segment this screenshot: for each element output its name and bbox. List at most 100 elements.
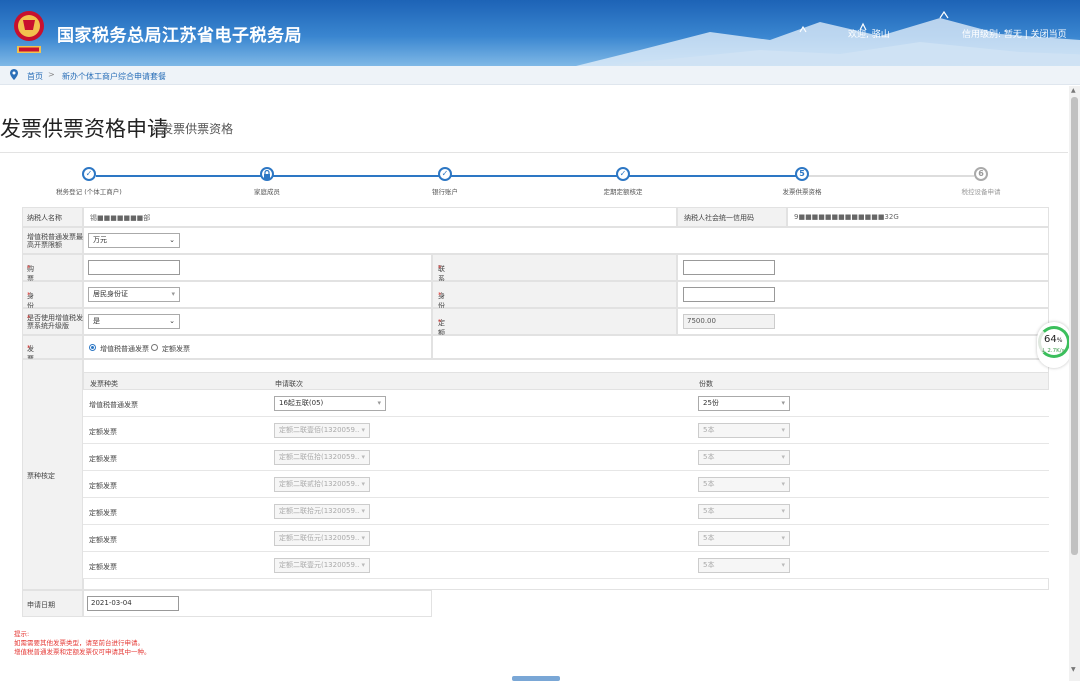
chevron-down-icon: ▾ bbox=[781, 507, 785, 515]
row-invoice-kind: 定额发票 bbox=[89, 536, 117, 544]
row-copies-select: 定额二联贰拾(1320059... ▾ bbox=[274, 477, 370, 492]
tips-line-1: 如需需要其他发票类型，请至前台进行申请。 bbox=[14, 639, 144, 647]
network-speed-widget[interactable]: 64% ↓ 2.7K/s bbox=[1037, 322, 1071, 368]
row-copies-value: 定额二联贰拾(1320059... bbox=[279, 480, 359, 488]
scroll-up-arrow-icon[interactable]: ▲ bbox=[1071, 87, 1076, 94]
row-quantity-value: 5本 bbox=[703, 561, 715, 569]
chevron-down-icon: ▾ bbox=[781, 534, 785, 542]
chevron-down-icon: ▾ bbox=[781, 480, 785, 488]
breadcrumb-home-link[interactable]: 首页 bbox=[27, 71, 43, 82]
row-copies-select[interactable]: 16起五联(05) ▾ bbox=[274, 396, 386, 411]
title-divider bbox=[0, 152, 1068, 153]
chevron-down-icon: ▾ bbox=[781, 426, 785, 434]
vat-upgrade-value: 是 bbox=[93, 317, 100, 325]
phone-label-cell: 联系电话 * bbox=[432, 254, 677, 303]
invoice-kind-quota-radio[interactable] bbox=[151, 344, 158, 351]
site-title: 国家税务总局江苏省电子税务局 bbox=[57, 26, 302, 46]
tips-title: 提示: bbox=[14, 630, 30, 638]
taxpayer-name-value: 锡■■■■■■■部 bbox=[90, 214, 151, 222]
chevron-down-icon: ▾ bbox=[361, 561, 365, 569]
chevron-down-icon: ▾ bbox=[171, 290, 175, 298]
tips-line-2: 增值税普通发票和定额发票仅可申请其中一种。 bbox=[14, 648, 151, 656]
ticket-type-label-cell: 票种核定 bbox=[22, 359, 83, 590]
phone-input[interactable] bbox=[683, 260, 775, 275]
step-3-check-icon: ✓ bbox=[438, 167, 452, 181]
speed-percent-value: 64 bbox=[1044, 334, 1057, 345]
table-row: 增值税普通发票 bbox=[83, 390, 1049, 417]
header-quantity: 份数 bbox=[699, 380, 713, 388]
header-invoice-kind: 发票种类 bbox=[90, 380, 118, 388]
chevron-down-icon: ▾ bbox=[377, 399, 381, 407]
quota-total-label-cell: 定额发票累计领用金额 * bbox=[432, 308, 677, 417]
row-quantity-value: 5本 bbox=[703, 426, 715, 434]
buyer-name-label-cell: 购票人员姓名 * bbox=[22, 254, 83, 323]
row-invoice-kind: 定额发票 bbox=[89, 509, 117, 517]
row-copies-select: 定额二联伍拾(1320059... ▾ bbox=[274, 450, 370, 465]
ticket-table-header: 发票种类 申请联次 份数 bbox=[83, 372, 1049, 390]
row-copies-select: 定额二联壹佰(1320059... ▾ bbox=[274, 423, 370, 438]
invoice-kind-vat-label: 增值税普通发票 bbox=[100, 345, 149, 353]
chevron-down-icon: ⌄ bbox=[169, 236, 175, 244]
table-row: 定额发票 bbox=[83, 552, 1049, 579]
chevron-down-icon: ▾ bbox=[361, 507, 365, 515]
step-5-current: 5 bbox=[795, 167, 809, 181]
id-no-input[interactable] bbox=[683, 287, 775, 302]
credit-code-label-cell: 纳税人社会统一信用码 bbox=[677, 207, 787, 227]
row-quantity-select[interactable]: 25份 ▾ bbox=[698, 396, 790, 411]
row-copies-value: 定额二联壹元(1320059... bbox=[279, 561, 359, 569]
row-quantity-select: 5本 ▾ bbox=[698, 558, 790, 573]
speed-rate: ↓ 2.7K/s bbox=[1041, 348, 1065, 354]
breadcrumb-current-link[interactable]: 新办个体工商户综合申请套餐 bbox=[62, 71, 166, 82]
credit-level-close-links[interactable]: 信用级别: 暂无 | 关闭当页 bbox=[962, 27, 1067, 40]
chevron-down-icon: ▾ bbox=[361, 453, 365, 461]
required-mark: * bbox=[27, 344, 31, 352]
table-row: 定额发票 bbox=[83, 471, 1049, 498]
table-row: 定额发票 bbox=[83, 525, 1049, 552]
breadcrumb-separator: > bbox=[48, 70, 55, 79]
tax-bureau-emblem-icon bbox=[14, 11, 44, 53]
required-mark: * bbox=[27, 314, 31, 322]
step-4-label: 定期定额核定 bbox=[603, 188, 643, 196]
max-amount-label: 增值税普通发票最高开票限额 bbox=[27, 233, 83, 249]
apply-date-label-cell: 申请日期 bbox=[22, 590, 83, 617]
id-type-select[interactable]: 居民身份证 ▾ bbox=[88, 287, 180, 302]
apply-date-input[interactable]: 2021-03-04 bbox=[87, 596, 179, 611]
scroll-down-arrow-icon[interactable]: ▼ bbox=[1071, 666, 1076, 673]
row-copies-value: 定额二联伍元(1320059... bbox=[279, 534, 359, 542]
row-quantity-value: 5本 bbox=[703, 507, 715, 515]
required-mark: * bbox=[27, 264, 31, 272]
row-quantity-value: 5本 bbox=[703, 453, 715, 461]
max-amount-value: 万元 bbox=[93, 236, 107, 244]
step-6-label: 税控设备申请 bbox=[961, 188, 1001, 196]
taxpayer-name-cell: 锡■■■■■■■部 bbox=[83, 207, 677, 227]
breadcrumb: 首页 > 新办个体工商户综合申请套餐 bbox=[0, 66, 1080, 85]
max-amount-select[interactable]: 万元 ⌄ bbox=[88, 233, 180, 248]
row-copies-select: 定额二联伍元(1320059... ▾ bbox=[274, 531, 370, 546]
id-no-label-cell: 身份证件号码 * bbox=[432, 281, 677, 350]
row-copies-select: 定额二联拾元(1320059... ▾ bbox=[274, 504, 370, 519]
invoice-kind-quota-label: 定额发票 bbox=[162, 345, 190, 353]
step-2-lock-icon bbox=[260, 167, 274, 181]
vat-upgrade-select[interactable]: 是 ⌄ bbox=[88, 314, 180, 329]
row-copies-value: 定额二联壹佰(1320059... bbox=[279, 426, 359, 434]
required-mark: * bbox=[438, 264, 442, 272]
credit-code-cell: 9■■■■■■■■■■■■■32G bbox=[787, 207, 1049, 227]
row-copies-value: 定额二联伍拾(1320059... bbox=[279, 453, 359, 461]
step-2-label: 家庭成员 bbox=[254, 188, 280, 196]
chevron-down-icon: ▾ bbox=[781, 453, 785, 461]
row-copies-select: 定额二联壹元(1320059... ▾ bbox=[274, 558, 370, 573]
invoice-kind-vat-radio[interactable] bbox=[89, 344, 96, 351]
step-1-check-icon: ✓ bbox=[82, 167, 96, 181]
max-amount-cell bbox=[83, 227, 1049, 254]
invoice-kind-label-cell: 发票种类 * bbox=[22, 335, 83, 383]
table-row: 定额发票 bbox=[83, 417, 1049, 444]
row-copies-value: 定额二联拾元(1320059... bbox=[279, 507, 359, 515]
row-quantity-select: 5本 ▾ bbox=[698, 450, 790, 465]
scrollbar-thumb[interactable] bbox=[1071, 97, 1078, 555]
credit-code-value: 9■■■■■■■■■■■■■32G bbox=[794, 213, 899, 221]
chevron-down-icon: ▾ bbox=[361, 426, 365, 434]
buyer-name-input[interactable] bbox=[88, 260, 180, 275]
page-subtitle: » 发票供票资格 bbox=[150, 122, 234, 136]
row-quantity-select: 5本 ▾ bbox=[698, 504, 790, 519]
speed-percent: 64% bbox=[1044, 334, 1062, 345]
